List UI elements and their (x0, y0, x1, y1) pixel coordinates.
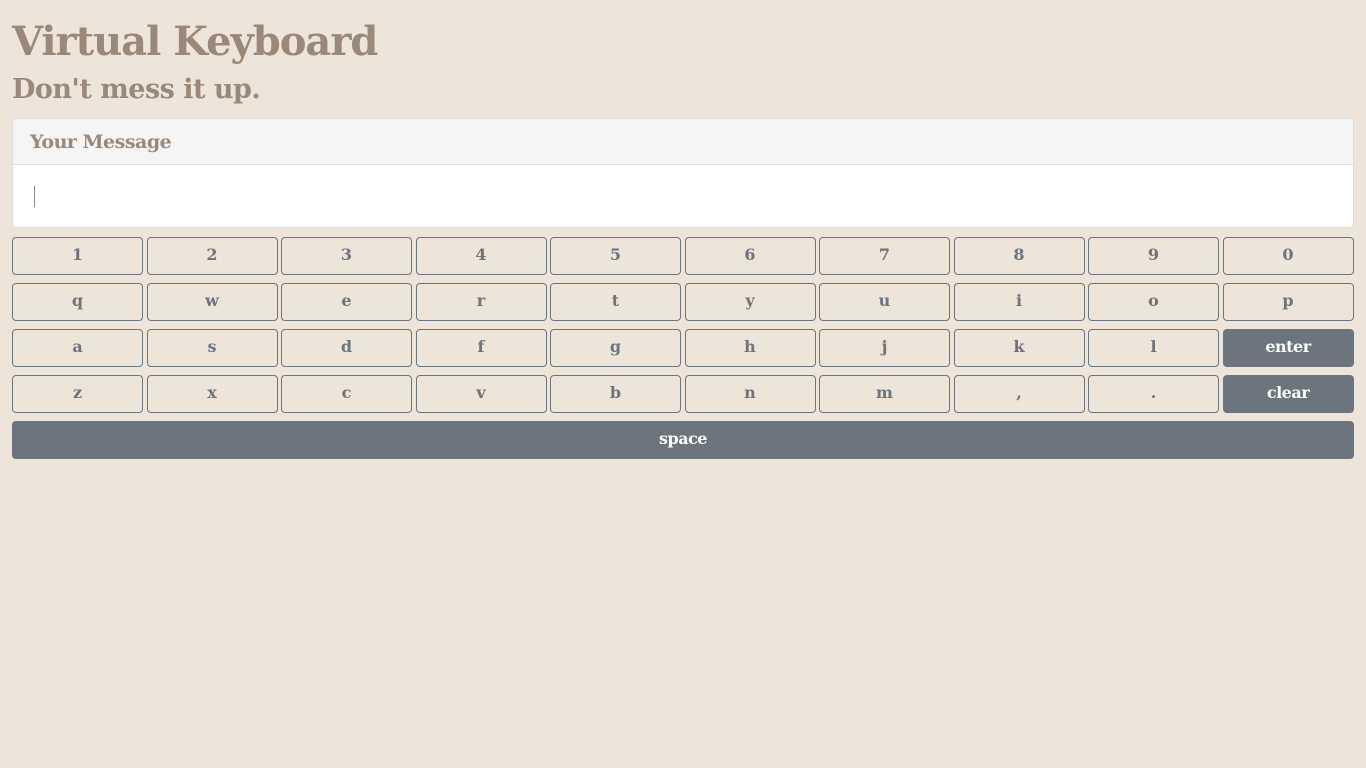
key-period[interactable]: . (1088, 375, 1219, 413)
key-q[interactable]: q (12, 283, 143, 321)
message-display[interactable] (13, 165, 1353, 226)
key-g[interactable]: g (550, 329, 681, 367)
key-p[interactable]: p (1222, 283, 1354, 321)
enter-button[interactable]: enter (1222, 329, 1354, 367)
key-m[interactable]: m (819, 375, 950, 413)
key-x[interactable]: x (146, 375, 278, 413)
key-h[interactable]: h (684, 329, 816, 367)
key-f[interactable]: f (415, 329, 547, 367)
key-1[interactable]: 1 (12, 237, 143, 275)
key-d[interactable]: d (281, 329, 412, 367)
key-e[interactable]: e (281, 283, 412, 321)
key-z[interactable]: z (12, 375, 143, 413)
key-k[interactable]: k (953, 329, 1085, 367)
page-title: Virtual Keyboard (12, 18, 378, 65)
key-8[interactable]: 8 (953, 237, 1085, 275)
virtual-keyboard: 1 2 3 4 5 6 7 8 9 0 q w e r t y u i o p … (12, 237, 1354, 467)
keyboard-row-home: a s d f g h j k l enter (12, 329, 1354, 367)
key-5[interactable]: 5 (550, 237, 681, 275)
key-a[interactable]: a (12, 329, 143, 367)
key-v[interactable]: v (415, 375, 547, 413)
key-9[interactable]: 9 (1088, 237, 1219, 275)
key-n[interactable]: n (684, 375, 816, 413)
keyboard-row-numbers: 1 2 3 4 5 6 7 8 9 0 (12, 237, 1354, 275)
key-o[interactable]: o (1088, 283, 1219, 321)
key-6[interactable]: 6 (684, 237, 816, 275)
key-j[interactable]: j (819, 329, 950, 367)
keyboard-row-bottom: z x c v b n m , . clear (12, 375, 1354, 413)
key-l[interactable]: l (1088, 329, 1219, 367)
key-y[interactable]: y (684, 283, 816, 321)
key-comma[interactable]: , (953, 375, 1085, 413)
message-card: Your Message (12, 118, 1354, 228)
keyboard-row-top: q w e r t y u i o p (12, 283, 1354, 321)
key-7[interactable]: 7 (819, 237, 950, 275)
keyboard-row-space: space (12, 421, 1354, 459)
key-3[interactable]: 3 (281, 237, 412, 275)
text-caret (34, 186, 35, 207)
key-s[interactable]: s (146, 329, 278, 367)
page-subtitle: Don't mess it up. (12, 74, 261, 105)
key-u[interactable]: u (819, 283, 950, 321)
key-r[interactable]: r (415, 283, 547, 321)
key-2[interactable]: 2 (146, 237, 278, 275)
key-0[interactable]: 0 (1222, 237, 1354, 275)
key-t[interactable]: t (550, 283, 681, 321)
key-4[interactable]: 4 (415, 237, 547, 275)
key-w[interactable]: w (146, 283, 278, 321)
clear-button[interactable]: clear (1222, 375, 1354, 413)
space-button[interactable]: space (12, 421, 1354, 459)
message-card-header: Your Message (13, 119, 1353, 165)
key-c[interactable]: c (281, 375, 412, 413)
key-i[interactable]: i (953, 283, 1085, 321)
key-b[interactable]: b (550, 375, 681, 413)
